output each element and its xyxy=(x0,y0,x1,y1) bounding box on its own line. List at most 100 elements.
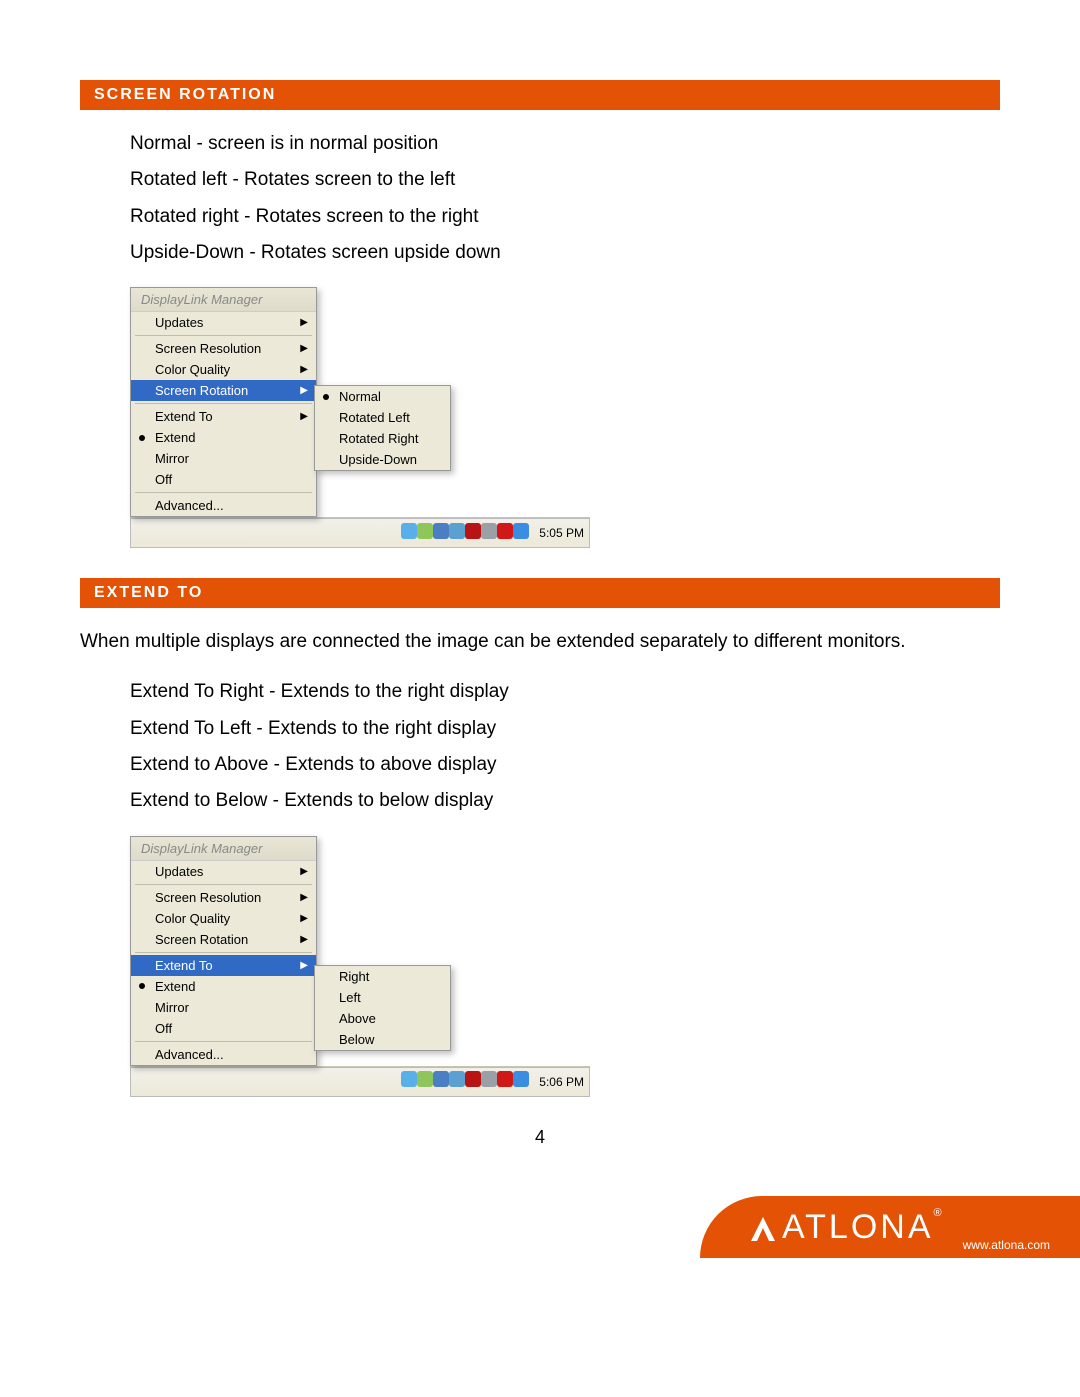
tray-clock: 5:05 PM xyxy=(539,526,584,540)
menu-item-color-quality[interactable]: Color Quality ▶ xyxy=(131,359,316,380)
menu-item-label: Color Quality xyxy=(155,362,230,377)
menu-item-label: Off xyxy=(155,1021,172,1036)
registered-icon: ® xyxy=(934,1207,945,1219)
menu-item-updates[interactable]: Updates▶ xyxy=(131,861,316,882)
submenu-item-left[interactable]: Left xyxy=(315,987,450,1008)
menu-item-label: Updates xyxy=(155,315,203,330)
submenu-item-label: Right xyxy=(339,969,369,984)
tray-icon-7[interactable] xyxy=(513,1071,529,1087)
menu-item-label: Screen Resolution xyxy=(155,890,261,905)
menu-item-extend-to[interactable]: Extend To ▶ xyxy=(131,406,316,427)
submenu-item-label: Rotated Left xyxy=(339,410,410,425)
submenu-item-rotated-right[interactable]: Rotated Right xyxy=(315,428,450,449)
tray-icon-4[interactable] xyxy=(465,1071,481,1087)
screenshot-extend-menu: DisplayLink Manager Updates▶ Screen Resol… xyxy=(130,836,590,1097)
brand-text: Atlona xyxy=(782,1208,934,1246)
submenu-arrow-icon: ▶ xyxy=(300,866,308,877)
menu-item-mirror[interactable]: Mirror xyxy=(131,448,316,469)
menu-item-label: Extend xyxy=(155,979,195,994)
menu-separator xyxy=(135,335,312,336)
menu-item-screen-rotation[interactable]: Screen Rotation ▶ xyxy=(131,929,316,950)
menu-item-advanced-[interactable]: Advanced... xyxy=(131,495,316,516)
submenu-arrow-icon: ▶ xyxy=(300,960,308,971)
submenu-arrow-icon: ▶ xyxy=(300,364,308,375)
extend-line-4: Extend to Below - Extends to below displ… xyxy=(130,785,1000,817)
menu-item-label: Advanced... xyxy=(155,498,224,513)
rotation-line-4: Upside-Down - Rotates screen upside down xyxy=(130,237,1000,269)
extend-line-1: Extend To Right - Extends to the right d… xyxy=(130,676,1000,708)
tray-icon-2[interactable] xyxy=(433,523,449,539)
submenu-arrow-icon: ▶ xyxy=(300,343,308,354)
menu-item-label: Screen Rotation xyxy=(155,932,248,947)
menu-item-updates[interactable]: Updates ▶ xyxy=(131,312,316,333)
context-menu-1: DisplayLink Manager Updates▶Screen Resol… xyxy=(130,287,317,517)
menu-item-screen-resolution[interactable]: Screen Resolution ▶ xyxy=(131,338,316,359)
section-title-screen-rotation: Screen Rotation xyxy=(80,80,1000,110)
page-number: 4 xyxy=(80,1127,1000,1148)
menu-separator xyxy=(135,492,312,493)
submenu-extend: Right Left AboveBelow xyxy=(314,965,451,1051)
tray-icon-0[interactable] xyxy=(401,1071,417,1087)
menu-item-label: Extend xyxy=(155,430,195,445)
tray-icon-1[interactable] xyxy=(417,1071,433,1087)
taskbar: 5:05 PM xyxy=(130,517,590,548)
submenu-arrow-icon: ▶ xyxy=(300,411,308,422)
taskbar: 5:06 PM xyxy=(130,1066,590,1097)
menu-item-screen-rotation[interactable]: Screen Rotation ▶ xyxy=(131,380,316,401)
menu-item-mirror[interactable]: Mirror xyxy=(131,997,316,1018)
submenu-arrow-icon: ▶ xyxy=(300,385,308,396)
submenu-arrow-icon: ▶ xyxy=(300,934,308,945)
menu-item-advanced-[interactable]: Advanced... xyxy=(131,1044,316,1065)
submenu-item-upside-down[interactable]: Upside-Down xyxy=(315,449,450,470)
menu-title: DisplayLink Manager xyxy=(131,837,316,861)
submenu-item-rotated-left[interactable]: Rotated Left xyxy=(315,407,450,428)
tray-icon-6[interactable] xyxy=(497,1071,513,1087)
bullet-icon xyxy=(139,435,145,441)
tray-icon-5[interactable] xyxy=(481,523,497,539)
tray-icon-7[interactable] xyxy=(513,523,529,539)
menu-item-off[interactable]: Off xyxy=(131,1018,316,1039)
submenu-item-label: Normal xyxy=(339,389,381,404)
menu-item-label: Advanced... xyxy=(155,1047,224,1062)
submenu-item-right[interactable]: Right xyxy=(315,966,450,987)
bullet-icon xyxy=(139,983,145,989)
tray-clock: 5:06 PM xyxy=(539,1075,584,1089)
tray-icon-1[interactable] xyxy=(417,523,433,539)
menu-item-label: Screen Rotation xyxy=(155,383,248,398)
extend-line-3: Extend to Above - Extends to above displ… xyxy=(130,749,1000,781)
menu-separator xyxy=(135,1041,312,1042)
menu-item-screen-resolution[interactable]: Screen Resolution▶ xyxy=(131,887,316,908)
submenu-item-normal[interactable]: Normal xyxy=(315,386,450,407)
brand-url: www.atlona.com xyxy=(963,1238,1050,1252)
footer-brand-pill: Atlona® www.atlona.com xyxy=(700,1196,1080,1258)
menu-item-extend[interactable]: Extend xyxy=(131,976,316,997)
tray-icon-3[interactable] xyxy=(449,523,465,539)
menu-item-extend[interactable]: Extend xyxy=(131,427,316,448)
tray-icon-2[interactable] xyxy=(433,1071,449,1087)
menu-item-label: Mirror xyxy=(155,1000,189,1015)
menu-separator xyxy=(135,403,312,404)
tray-icon-4[interactable] xyxy=(465,523,481,539)
submenu-item-label: Rotated Right xyxy=(339,431,419,446)
tray-icon-3[interactable] xyxy=(449,1071,465,1087)
menu-item-color-quality[interactable]: Color Quality▶ xyxy=(131,908,316,929)
rotation-line-2: Rotated left - Rotates screen to the lef… xyxy=(130,164,1000,196)
tray-icon-6[interactable] xyxy=(497,523,513,539)
rotation-description: Normal - screen is in normal position Ro… xyxy=(130,128,1000,269)
submenu-item-above[interactable]: Above xyxy=(315,1008,450,1029)
brand-logo: Atlona® xyxy=(748,1210,945,1244)
submenu-item-below[interactable]: Below xyxy=(315,1029,450,1050)
menu-item-extend-to[interactable]: Extend To ▶ xyxy=(131,955,316,976)
menu-item-label: Mirror xyxy=(155,451,189,466)
menu-separator xyxy=(135,952,312,953)
submenu-arrow-icon: ▶ xyxy=(300,317,308,328)
menu-item-off[interactable]: Off xyxy=(131,469,316,490)
menu-item-label: Screen Resolution xyxy=(155,341,261,356)
footer: Atlona® www.atlona.com xyxy=(0,1178,1080,1258)
submenu-item-label: Left xyxy=(339,990,361,1005)
tray-icon-0[interactable] xyxy=(401,523,417,539)
tray-icon-5[interactable] xyxy=(481,1071,497,1087)
menu-item-label: Extend To xyxy=(155,409,213,424)
rotation-line-3: Rotated right - Rotates screen to the ri… xyxy=(130,201,1000,233)
menu-item-label: Extend To xyxy=(155,958,213,973)
